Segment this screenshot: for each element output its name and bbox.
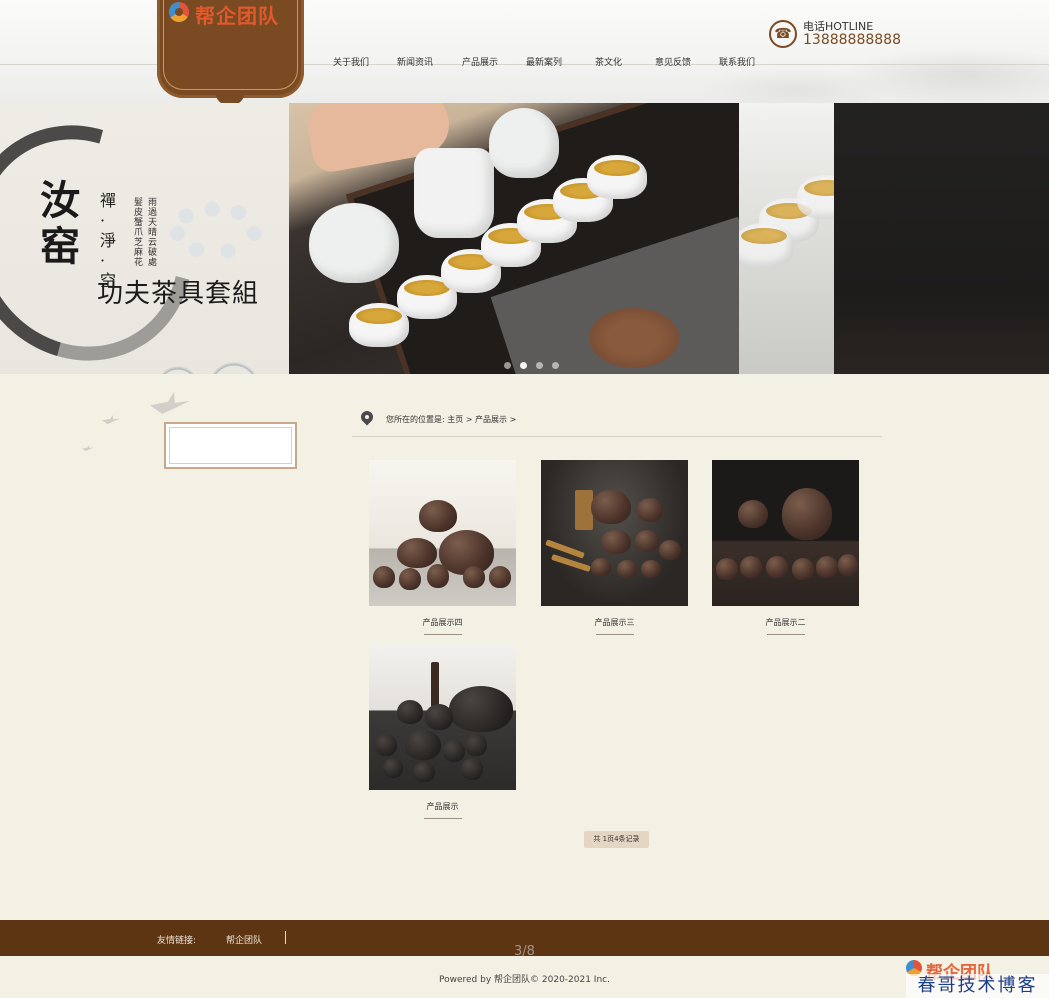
slide-dot[interactable] <box>552 362 559 369</box>
copyright-text: Powered by 帮企团队© 2020-2021 Inc. <box>439 975 610 985</box>
slide-dot[interactable] <box>536 362 543 369</box>
teapot <box>309 203 399 283</box>
watermark: 帮企团队 春哥技术博客 <box>906 958 1049 998</box>
breadcrumb: 您所在的位置是: 主页 > 产品展示 > <box>352 407 882 437</box>
gaiwan <box>489 108 559 178</box>
slide-dot[interactable] <box>504 362 511 369</box>
page-counter: 3/8 <box>514 944 535 959</box>
product-underline <box>595 634 634 635</box>
breadcrumb-text: 您所在的位置是: 主页 > 产品展示 > <box>386 415 517 424</box>
friend-link[interactable]: 帮企团队 <box>226 933 262 946</box>
crane-decoration <box>150 392 190 414</box>
pagination-info: 共 1页4条记录 <box>584 831 649 848</box>
tea-cup <box>797 175 834 219</box>
hero-banner[interactable]: 汝 窑 禪 · 淨 · 空 雨 過 天 晴 云 破 處 髮 皮 蟹 爪 芝 麻 … <box>0 103 1049 374</box>
breadcrumb-home-link[interactable]: 主页 <box>447 415 463 424</box>
nav-item-tea-culture[interactable]: 茶文化 <box>595 55 622 68</box>
product-name[interactable]: 产品展示三 <box>541 617 688 628</box>
product-underline <box>423 818 462 819</box>
product-name[interactable]: 产品展示四 <box>369 617 516 628</box>
sidebar-category-box <box>164 422 297 469</box>
banner-photo <box>289 103 739 374</box>
watermark-text: 春哥技术博客 <box>906 974 1049 998</box>
hotline-number: 13888888888 <box>803 32 901 48</box>
logo-icon <box>169 2 189 22</box>
tea-cup <box>739 223 794 267</box>
slide-dot-active[interactable] <box>520 362 527 369</box>
poster-main-title: 功夫茶具套組 <box>97 279 260 309</box>
product-image[interactable] <box>369 644 516 790</box>
wave-decoration <box>150 328 289 374</box>
banner-poster: 汝 窑 禪 · 淨 · 空 雨 過 天 晴 云 破 處 髮 皮 蟹 爪 芝 麻 … <box>0 103 289 374</box>
crane-decoration <box>82 445 94 451</box>
location-pin-icon <box>361 411 373 427</box>
product-card[interactable]: 产品展示 <box>369 644 516 819</box>
pitcher <box>414 148 494 238</box>
nav-item-contact[interactable]: 联系我们 <box>719 55 755 68</box>
nav-item-about[interactable]: 关于我们 <box>333 55 369 68</box>
product-card[interactable]: 产品展示三 <box>541 460 688 635</box>
link-divider <box>285 931 286 944</box>
product-name[interactable]: 产品展示二 <box>712 617 859 628</box>
product-image[interactable] <box>541 460 688 606</box>
nav-item-cases[interactable]: 最新案列 <box>526 55 562 68</box>
tea-set-thumbnail <box>165 195 270 265</box>
logo-text[interactable]: 帮企团队 <box>195 0 279 29</box>
friend-links-label: 友情链接: <box>157 936 197 946</box>
banner-dark-panel <box>834 103 1049 374</box>
breadcrumb-current-link[interactable]: 产品展示 <box>475 415 507 424</box>
poster-verse-1: 雨 過 天 晴 云 破 處 <box>148 198 158 268</box>
nav-item-products[interactable]: 产品展示 <box>462 55 498 68</box>
phone-icon <box>769 20 797 48</box>
nav-item-feedback[interactable]: 意见反馈 <box>655 55 691 68</box>
saucer <box>589 308 679 368</box>
product-image[interactable] <box>369 460 516 606</box>
product-card[interactable]: 产品展示四 <box>369 460 516 635</box>
tea-cup <box>587 155 647 199</box>
product-underline <box>423 634 462 635</box>
poster-verse-2: 髮 皮 蟹 爪 芝 麻 花 <box>134 198 144 268</box>
product-image[interactable] <box>712 460 859 606</box>
crane-decoration <box>102 415 120 424</box>
banner-next-slide <box>739 103 834 374</box>
product-card[interactable]: 产品展示二 <box>712 460 859 635</box>
nav-item-news[interactable]: 新闻资讯 <box>397 55 433 68</box>
poster-title: 汝 窑 <box>40 177 80 270</box>
product-name[interactable]: 产品展示 <box>369 801 516 812</box>
product-underline <box>766 634 805 635</box>
